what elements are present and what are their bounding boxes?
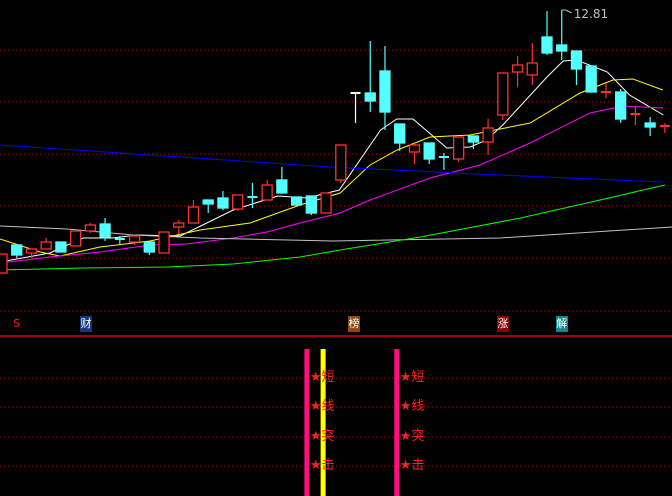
candle-body [570, 50, 583, 70]
candle-body [497, 72, 509, 116]
event-marker[interactable]: 财 [79, 316, 92, 332]
candle-body [158, 231, 170, 254]
signal-label: ★短 [399, 370, 425, 385]
candle-body [526, 62, 538, 76]
candle-body [615, 91, 627, 120]
signal-bar [304, 349, 310, 496]
candle-body [84, 224, 97, 232]
candle-body [143, 241, 155, 253]
signal-label: ★线 [309, 399, 335, 414]
max-price-label: 12.81 [574, 7, 608, 21]
signal-label: ★线 [399, 399, 425, 414]
candle-body [585, 65, 597, 93]
signal-bar [394, 349, 400, 496]
candle-body [40, 241, 52, 250]
candle-body [261, 184, 273, 201]
event-marker[interactable]: S [10, 316, 23, 332]
signal-label: ★击 [309, 458, 335, 473]
candle-body [217, 197, 229, 209]
max-price-pointer [561, 9, 572, 14]
candle-body [11, 244, 23, 256]
signal-label: ★击 [399, 458, 425, 473]
candle-body [128, 235, 141, 243]
candle-body [379, 70, 391, 113]
candle-body [70, 230, 82, 247]
signal-label: ★突 [399, 429, 425, 444]
candle-body [556, 44, 568, 52]
candle-body [541, 36, 553, 54]
candle-body [408, 144, 421, 153]
candle-body [55, 241, 67, 253]
candle-body [0, 253, 8, 274]
event-marker[interactable]: 涨 [496, 316, 509, 332]
candle-body [290, 196, 303, 206]
candle-body [394, 123, 406, 144]
candle-body [452, 136, 465, 160]
candle-body [202, 199, 214, 205]
candle-body [320, 192, 332, 214]
candle-body [482, 127, 494, 143]
candle-body [467, 135, 480, 143]
event-marker[interactable]: 解 [555, 316, 568, 332]
candle-body [276, 179, 288, 194]
moving-average-line [0, 144, 663, 183]
candle-body [99, 223, 111, 238]
kline-chart: 12.81 [0, 7, 672, 496]
candle-body [25, 248, 38, 254]
candle-body [335, 144, 347, 181]
signal-label: ★短 [309, 370, 335, 385]
candle-body [511, 64, 524, 73]
candle-body [644, 122, 656, 128]
candle-body [305, 195, 317, 214]
candle-body [232, 194, 244, 210]
candle-body [364, 92, 376, 102]
candle-body [173, 222, 185, 228]
signal-label: ★突 [309, 429, 335, 444]
candle-body [423, 142, 435, 160]
candle-body [187, 206, 200, 224]
moving-average-line [0, 105, 663, 264]
event-marker[interactable]: 榜 [348, 316, 361, 332]
